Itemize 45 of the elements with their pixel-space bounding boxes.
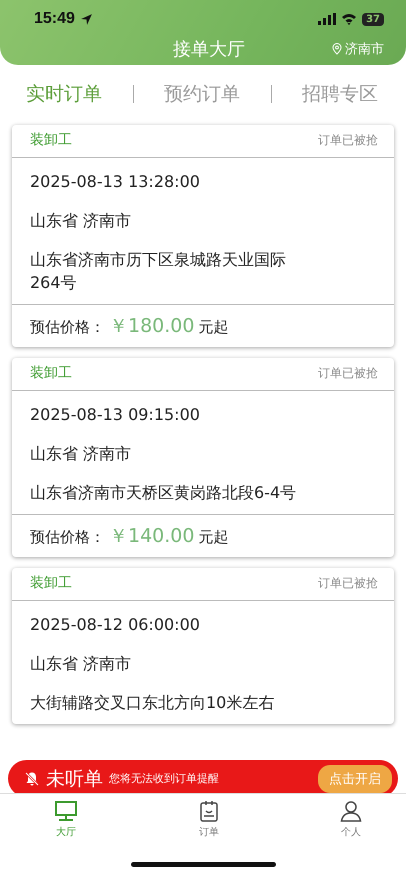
order-tab[interactable]: 预约订单 bbox=[164, 80, 240, 106]
order-address: 大街辅路交叉口东北方向10米左右 bbox=[30, 692, 276, 714]
job-type: 装卸工 bbox=[30, 574, 72, 592]
nav-item[interactable]: 个人 bbox=[340, 800, 362, 851]
price-label: 预估价格： bbox=[30, 318, 105, 337]
status-time: 15:49 bbox=[34, 10, 75, 28]
price-value: ￥180.00 bbox=[109, 314, 194, 339]
order-address: 山东省济南市天桥区黄岗路北段6-4号 bbox=[30, 482, 298, 504]
order-region: 山东省 济南市 bbox=[30, 653, 132, 675]
order-card[interactable]: 装卸工 订单已被抢 2025-08-13 09:15:00 山东省 济南市 山东省济南市天桥区黄岗路北段6-4号 预估价格： ￥140.00 元起 bbox=[12, 358, 394, 557]
order-tab[interactable]: 实时订单 bbox=[26, 80, 102, 106]
price-value: ￥140.00 bbox=[109, 524, 194, 549]
price-suffix: 元起 bbox=[198, 318, 228, 337]
job-type: 装卸工 bbox=[30, 364, 72, 382]
order-status: 订单已被抢 bbox=[318, 574, 378, 592]
order-tab[interactable]: 招聘专区 bbox=[302, 80, 378, 106]
banner-message: 您将无法收到订单提醒 bbox=[109, 771, 219, 786]
order-card[interactable]: 装卸工 订单已被抢 2025-08-13 13:28:00 山东省 济南市 山东省济南市历下区泉城路天业国际264号 预估价格： ￥180.00 元起 bbox=[12, 125, 394, 347]
price-label: 预估价格： bbox=[30, 528, 105, 547]
wifi-icon bbox=[341, 13, 358, 25]
order-time: 2025-08-13 09:15:00 bbox=[30, 404, 201, 426]
job-type: 装卸工 bbox=[30, 131, 72, 149]
nav-item[interactable]: 订单 bbox=[199, 800, 219, 851]
battery-level: 37 bbox=[362, 12, 384, 26]
price-suffix: 元起 bbox=[198, 528, 228, 547]
person-icon bbox=[340, 800, 362, 822]
order-time: 2025-08-13 13:28:00 bbox=[30, 171, 201, 193]
nav-item[interactable]: 大厅 bbox=[54, 800, 78, 851]
signal-icon bbox=[318, 13, 336, 25]
banner-title: 未听单 bbox=[46, 766, 103, 792]
order-region: 山东省 济南市 bbox=[30, 210, 132, 232]
order-status: 订单已被抢 bbox=[318, 132, 378, 148]
order-time: 2025-08-12 06:00:00 bbox=[30, 614, 201, 636]
order-region: 山东省 济南市 bbox=[30, 443, 132, 465]
order-status: 订单已被抢 bbox=[318, 364, 378, 382]
page-title: 接单大厅 bbox=[173, 38, 245, 61]
order-card[interactable]: 装卸工 订单已被抢 2025-08-12 06:00:00 山东省 济南市 大街辅路交叉口东北方向10米左右 bbox=[12, 568, 394, 724]
location-pin-icon bbox=[332, 43, 342, 55]
city-label[interactable]: 济南市 bbox=[345, 40, 384, 58]
location-arrow-icon bbox=[80, 12, 93, 26]
enable-button[interactable]: 点击开启 bbox=[318, 764, 392, 792]
muted-bell-icon bbox=[24, 770, 40, 786]
monitor-icon bbox=[54, 800, 78, 822]
clipboard-icon bbox=[199, 800, 219, 822]
order-address: 山东省济南市历下区泉城路天业国际264号 bbox=[30, 249, 287, 294]
